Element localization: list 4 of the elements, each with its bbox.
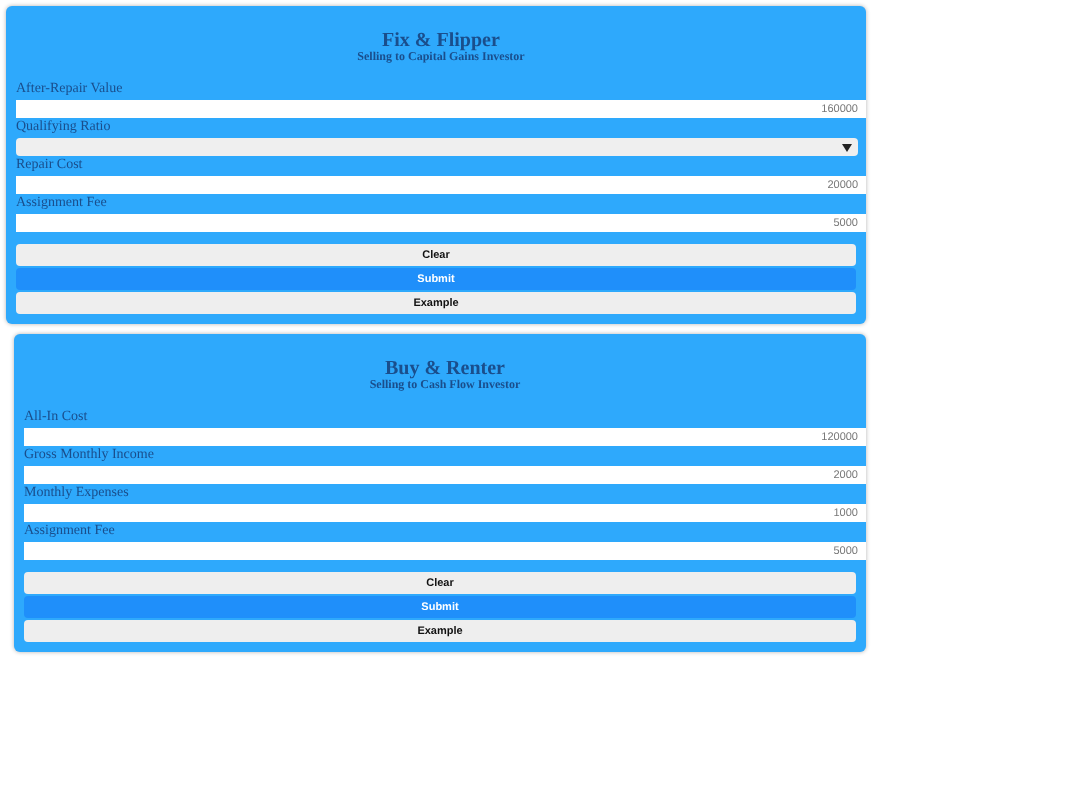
- dropdown-field[interactable]: [16, 138, 858, 156]
- form-title: Fix & Flipper: [382, 30, 502, 52]
- caret-icon: [842, 143, 852, 151]
- form-title: Buy & Renter: [385, 358, 507, 380]
